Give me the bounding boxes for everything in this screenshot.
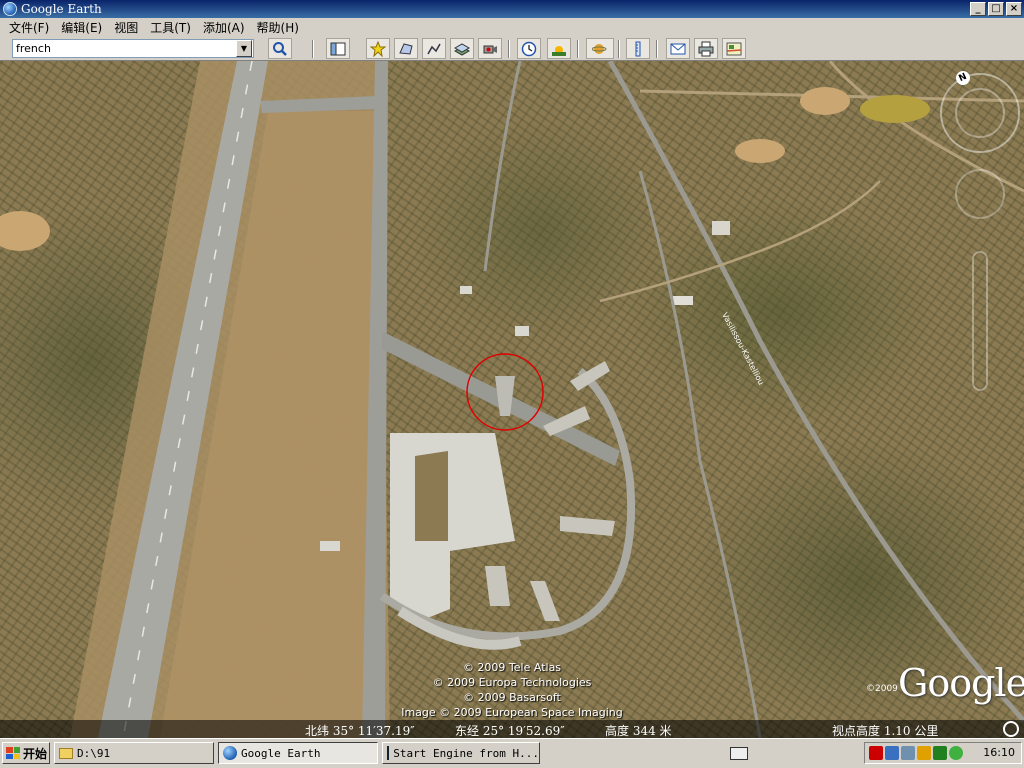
maximize-button[interactable]: □ (988, 2, 1004, 16)
toolbar-separator (577, 40, 579, 58)
ruler-icon (635, 41, 641, 56)
folder-icon (59, 747, 73, 759)
google-copyright-year: ©2009 (866, 684, 898, 694)
menu-edit[interactable]: 编辑(E) (56, 18, 107, 37)
minimize-button[interactable]: _ (970, 2, 986, 16)
toolbar-separator (618, 40, 620, 58)
google-logo: Google (898, 661, 1024, 705)
toolbar: french ▼ (0, 37, 1024, 61)
path-icon (427, 43, 441, 54)
google-earth-icon (223, 746, 237, 760)
title-bar: Google Earth _ □ × (0, 0, 1024, 18)
add-polygon-button[interactable] (394, 38, 418, 59)
taskbar-item-folder[interactable]: D:\91 (54, 742, 214, 764)
app-icon (387, 746, 390, 760)
status-icon[interactable] (949, 746, 963, 760)
close-button[interactable]: × (1006, 2, 1022, 16)
window-controls: _ □ × (970, 2, 1022, 16)
menu-bar: 文件(F) 编辑(E) 视图 工具(T) 添加(A) 帮助(H) (0, 18, 1024, 37)
system-tray: 16:10 (864, 742, 1022, 764)
polygon-icon (399, 42, 413, 55)
google-earth-icon (3, 2, 17, 16)
keyboard-icon[interactable] (730, 747, 748, 760)
network-icon[interactable] (885, 746, 899, 760)
view-in-maps-icon (726, 42, 742, 55)
move-control[interactable] (955, 169, 1005, 219)
print-icon (698, 41, 714, 56)
volume-icon[interactable] (901, 746, 915, 760)
overlay-icon (454, 42, 470, 56)
taskbar-item-engine[interactable]: Start Engine from H... (382, 742, 540, 764)
taskbar-item-label: D:\91 (77, 746, 111, 760)
security-icon[interactable] (933, 746, 947, 760)
status-bar: 北纬 35° 11′37.19″ 东经 25° 19′52.69″ 高度 344… (0, 720, 1024, 738)
menu-tools[interactable]: 工具(T) (145, 18, 196, 37)
placemark-icon (370, 40, 386, 57)
eye-altitude-readout: 视点高度 1.10 公里 (832, 724, 939, 738)
menu-add[interactable]: 添加(A) (198, 18, 250, 37)
search-icon (273, 41, 287, 56)
credit-tele-atlas: © 2009 Tele Atlas (462, 661, 562, 674)
planet-icon (592, 43, 607, 54)
window-title: Google Earth (21, 2, 102, 16)
taskbar-item-label: Start Engine from H... (393, 746, 539, 760)
antivirus-icon[interactable] (869, 746, 883, 760)
search-button[interactable] (268, 38, 292, 59)
start-label: 开始 (23, 746, 48, 761)
menu-file[interactable]: 文件(F) (4, 18, 54, 37)
add-placemark-button[interactable] (366, 38, 390, 59)
record-tour-icon (483, 45, 497, 53)
add-path-button[interactable] (422, 38, 446, 59)
update-icon[interactable] (917, 746, 931, 760)
longitude-readout: 东经 25° 19′52.69″ (455, 724, 565, 738)
sidebar-icon (330, 42, 346, 55)
sidebar-toggle-button[interactable] (326, 38, 350, 59)
historical-imagery-button[interactable] (517, 38, 541, 59)
email-button[interactable] (666, 38, 690, 59)
sunlight-button[interactable] (547, 38, 571, 59)
record-tour-button[interactable] (478, 38, 502, 59)
menu-help[interactable]: 帮助(H) (252, 18, 304, 37)
add-overlay-button[interactable] (450, 38, 474, 59)
windows-logo-icon (6, 747, 20, 759)
search-input[interactable]: french (12, 39, 254, 58)
email-icon (670, 43, 686, 54)
look-joystick[interactable] (955, 88, 1005, 138)
toolbar-separator (656, 40, 658, 58)
toolbar-separator (508, 40, 510, 58)
taskbar-item-label: Google Earth (241, 746, 321, 760)
toolbar-separator (312, 40, 314, 58)
taskbar-item-google-earth[interactable]: Google Earth (218, 742, 378, 764)
zoom-slider[interactable] (972, 251, 988, 391)
taskbar: 开始 D:\91 Google Earth Start Engine from … (0, 738, 1024, 768)
ruler-button[interactable] (626, 38, 650, 59)
credit-imaging: Image © 2009 European Space Imaging (401, 706, 623, 719)
streaming-icon (1003, 721, 1019, 737)
switch-planet-button[interactable] (586, 38, 614, 59)
view-in-maps-button[interactable] (722, 38, 746, 59)
search-dropdown-button[interactable]: ▼ (236, 40, 252, 57)
sunlight-icon (552, 45, 566, 56)
map-viewport[interactable]: Vasilissou-Kastelliou N © 2009 Tele Atla… (0, 61, 1024, 738)
start-button[interactable]: 开始 (2, 742, 50, 764)
historical-imagery-icon (521, 41, 537, 56)
clock[interactable]: 16:10 (983, 746, 1015, 759)
satellite-imagery (0, 61, 1024, 738)
print-button[interactable] (694, 38, 718, 59)
latitude-readout: 北纬 35° 11′37.19″ (305, 724, 415, 738)
menu-view[interactable]: 视图 (109, 18, 143, 37)
elevation-readout: 高度 344 米 (605, 724, 672, 738)
